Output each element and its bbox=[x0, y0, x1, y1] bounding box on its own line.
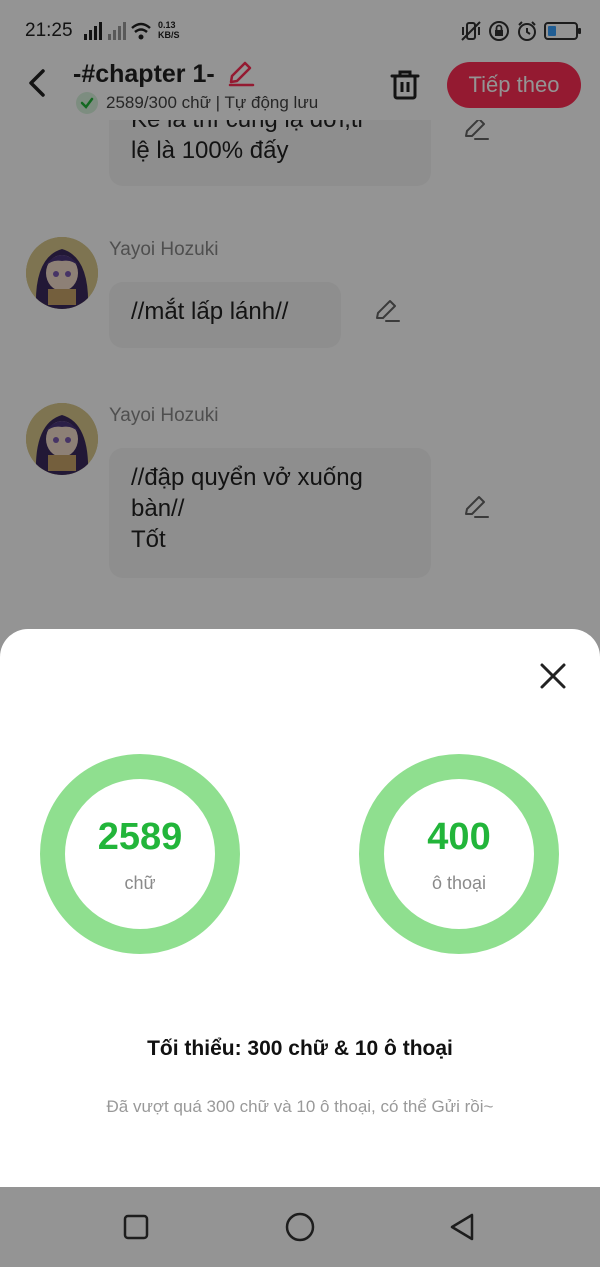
close-icon[interactable] bbox=[537, 660, 569, 692]
dialogue-count-ring: 400 ô thoại bbox=[359, 754, 559, 954]
word-count-unit: chữ bbox=[124, 872, 156, 893]
word-count-value: 2589 bbox=[97, 815, 183, 858]
dialogue-count-value: 400 bbox=[427, 815, 491, 858]
word-count-ring: 2589 chữ bbox=[40, 754, 240, 954]
requirement-note: Đã vượt quá 300 chữ và 10 ô thoại, có th… bbox=[106, 1097, 494, 1116]
dialogue-count-unit: ô thoại bbox=[431, 872, 487, 893]
minimum-requirement: Tối thiểu: 300 chữ & 10 ô thoại bbox=[147, 1037, 453, 1060]
word-count-sheet: 2589 chữ 400 ô thoại Tối thiểu: 300 chữ … bbox=[0, 629, 600, 1187]
